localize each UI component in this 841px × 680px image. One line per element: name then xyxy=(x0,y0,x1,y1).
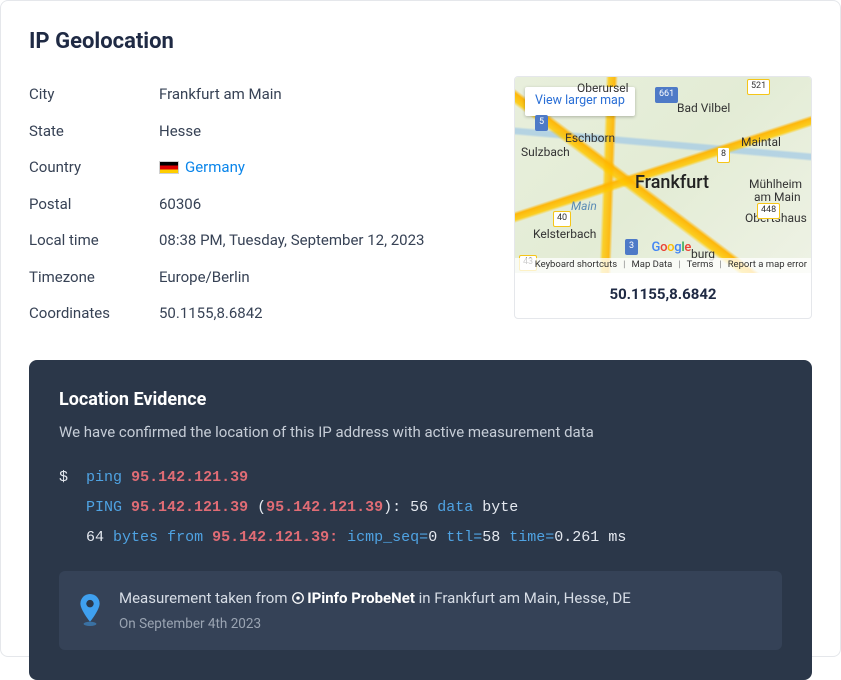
terminal-icmpseq-v: 0 xyxy=(428,529,437,546)
geo-row-state: State Hesse xyxy=(29,113,486,150)
terminal-from-kw: from xyxy=(167,529,203,546)
terminal-cmd: ping xyxy=(86,469,122,486)
geo-row-city: City Frankfurt am Main xyxy=(29,76,486,113)
map-attribution-bar: Keyboard shortcuts| Map Data| Terms| Rep… xyxy=(515,258,811,273)
geo-value-coords: 50.1155,8.6842 xyxy=(159,302,263,325)
geo-row-timezone: Timezone Europe/Berlin xyxy=(29,259,486,296)
map-data-link[interactable]: Map Data xyxy=(632,258,673,272)
terminal-paren-close: ): xyxy=(383,499,401,516)
map-label-maintal: Maintal xyxy=(741,133,781,151)
terminal-output: $ ping 95.142.121.39 PING 95.142.121.39 … xyxy=(59,463,782,553)
terminal-byte: byte xyxy=(482,499,518,516)
terminal-paren-open: ( xyxy=(257,499,266,516)
terminal-64: 64 xyxy=(86,529,104,546)
terminal-colon: : xyxy=(329,529,338,546)
measurement-prefix: Measurement taken from xyxy=(119,589,291,607)
map-column: View larger map Oberursel Bad Vilbel Esc… xyxy=(514,76,812,319)
map-shield-521: 521 xyxy=(747,79,770,95)
measurement-line-1: Measurement taken from IPinfo ProbeNet i… xyxy=(119,587,631,612)
geo-label-localtime: Local time xyxy=(29,229,159,252)
map-shield-3: 3 xyxy=(625,239,638,255)
measurement-suffix: in Frankfurt am Main, Hesse, DE xyxy=(415,589,631,607)
geo-value-localtime: 08:38 PM, Tuesday, September 12, 2023 xyxy=(159,229,424,252)
geo-label-country: Country xyxy=(29,156,159,179)
map-shield-5: 5 xyxy=(535,115,548,131)
terminal-ttl-v: 58 xyxy=(482,529,500,546)
location-pin-icon xyxy=(77,594,103,626)
terminal-ip-2: 95.142.121.39 xyxy=(131,499,248,516)
map-label-sulzbach: Sulzbach xyxy=(521,143,570,161)
geo-row-country: Country Germany xyxy=(29,149,486,186)
map-shield-40: 40 xyxy=(553,211,571,227)
map-label-eschborn: Eschborn xyxy=(565,129,615,147)
geo-value-city: Frankfurt am Main xyxy=(159,83,282,106)
geo-value-country: Germany xyxy=(159,156,245,179)
map-keyboard-shortcuts-link[interactable]: Keyboard shortcuts xyxy=(535,258,617,272)
terminal-time-v: 0.261 xyxy=(554,529,599,546)
terminal-ip-4: 95.142.121.39 xyxy=(212,529,329,546)
terminal-icmpseq: icmp_seq= xyxy=(347,529,428,546)
terminal-ip-3: 95.142.121.39 xyxy=(266,499,383,516)
geo-value-state: Hesse xyxy=(159,120,201,143)
google-logo-icon: Google xyxy=(652,238,691,258)
geo-row-localtime: Local time 08:38 PM, Tuesday, September … xyxy=(29,222,486,259)
ip-geolocation-card: IP Geolocation City Frankfurt am Main St… xyxy=(0,0,841,657)
map-label-badvilbel: Bad Vilbel xyxy=(677,99,730,117)
terminal-ping-kw: PING xyxy=(86,499,122,516)
terminal-56: 56 xyxy=(410,499,428,516)
map-report-error-link[interactable]: Report a map error xyxy=(728,258,807,272)
geo-top-row: City Frankfurt am Main State Hesse Count… xyxy=(29,76,812,332)
geo-label-timezone: Timezone xyxy=(29,266,159,289)
terminal-bytes-kw: bytes xyxy=(113,529,158,546)
map-shield-448: 448 xyxy=(757,203,780,219)
map-shield-661: 661 xyxy=(655,87,678,103)
section-title: IP Geolocation xyxy=(29,25,812,58)
map-terms-link[interactable]: Terms xyxy=(687,258,714,272)
terminal-ms: ms xyxy=(608,529,626,546)
geo-row-coords: Coordinates 50.1155,8.6842 xyxy=(29,295,486,332)
measurement-text: Measurement taken from IPinfo ProbeNet i… xyxy=(119,587,631,634)
country-link[interactable]: Germany xyxy=(185,156,245,179)
terminal-ip-1: 95.142.121.39 xyxy=(131,469,248,486)
geo-row-postal: Postal 60306 xyxy=(29,186,486,223)
geo-table: City Frankfurt am Main State Hesse Count… xyxy=(29,76,486,332)
measurement-box: Measurement taken from IPinfo ProbeNet i… xyxy=(59,571,782,650)
flag-germany-icon xyxy=(159,161,179,174)
geo-value-postal: 60306 xyxy=(159,193,201,216)
map-label-oberursel: Oberursel xyxy=(577,79,629,97)
evidence-title: Location Evidence xyxy=(59,386,782,413)
terminal-data-kw: data xyxy=(437,499,473,516)
geo-label-coords: Coordinates xyxy=(29,302,159,325)
map-coords-display: 50.1155,8.6842 xyxy=(515,273,811,318)
measurement-probe-name: IPinfo ProbeNet xyxy=(307,589,415,607)
probenet-icon xyxy=(291,589,305,612)
terminal-time: time= xyxy=(509,529,554,546)
map-label-kelsterbach: Kelsterbach xyxy=(533,225,596,243)
map-canvas[interactable]: View larger map Oberursel Bad Vilbel Esc… xyxy=(515,77,811,273)
map-label-main-river: Main xyxy=(571,197,597,215)
map-label-frankfurt: Frankfurt xyxy=(635,169,709,196)
terminal-prompt: $ xyxy=(59,469,68,486)
map-shield-8: 8 xyxy=(717,147,730,163)
geo-label-postal: Postal xyxy=(29,193,159,216)
terminal-ttl: ttl= xyxy=(446,529,482,546)
geo-label-state: State xyxy=(29,120,159,143)
evidence-description: We have confirmed the location of this I… xyxy=(59,421,782,444)
location-evidence-panel: Location Evidence We have confirmed the … xyxy=(29,360,812,680)
geo-value-timezone: Europe/Berlin xyxy=(159,266,250,289)
measurement-date: On September 4th 2023 xyxy=(119,614,631,634)
geo-label-city: City xyxy=(29,83,159,106)
